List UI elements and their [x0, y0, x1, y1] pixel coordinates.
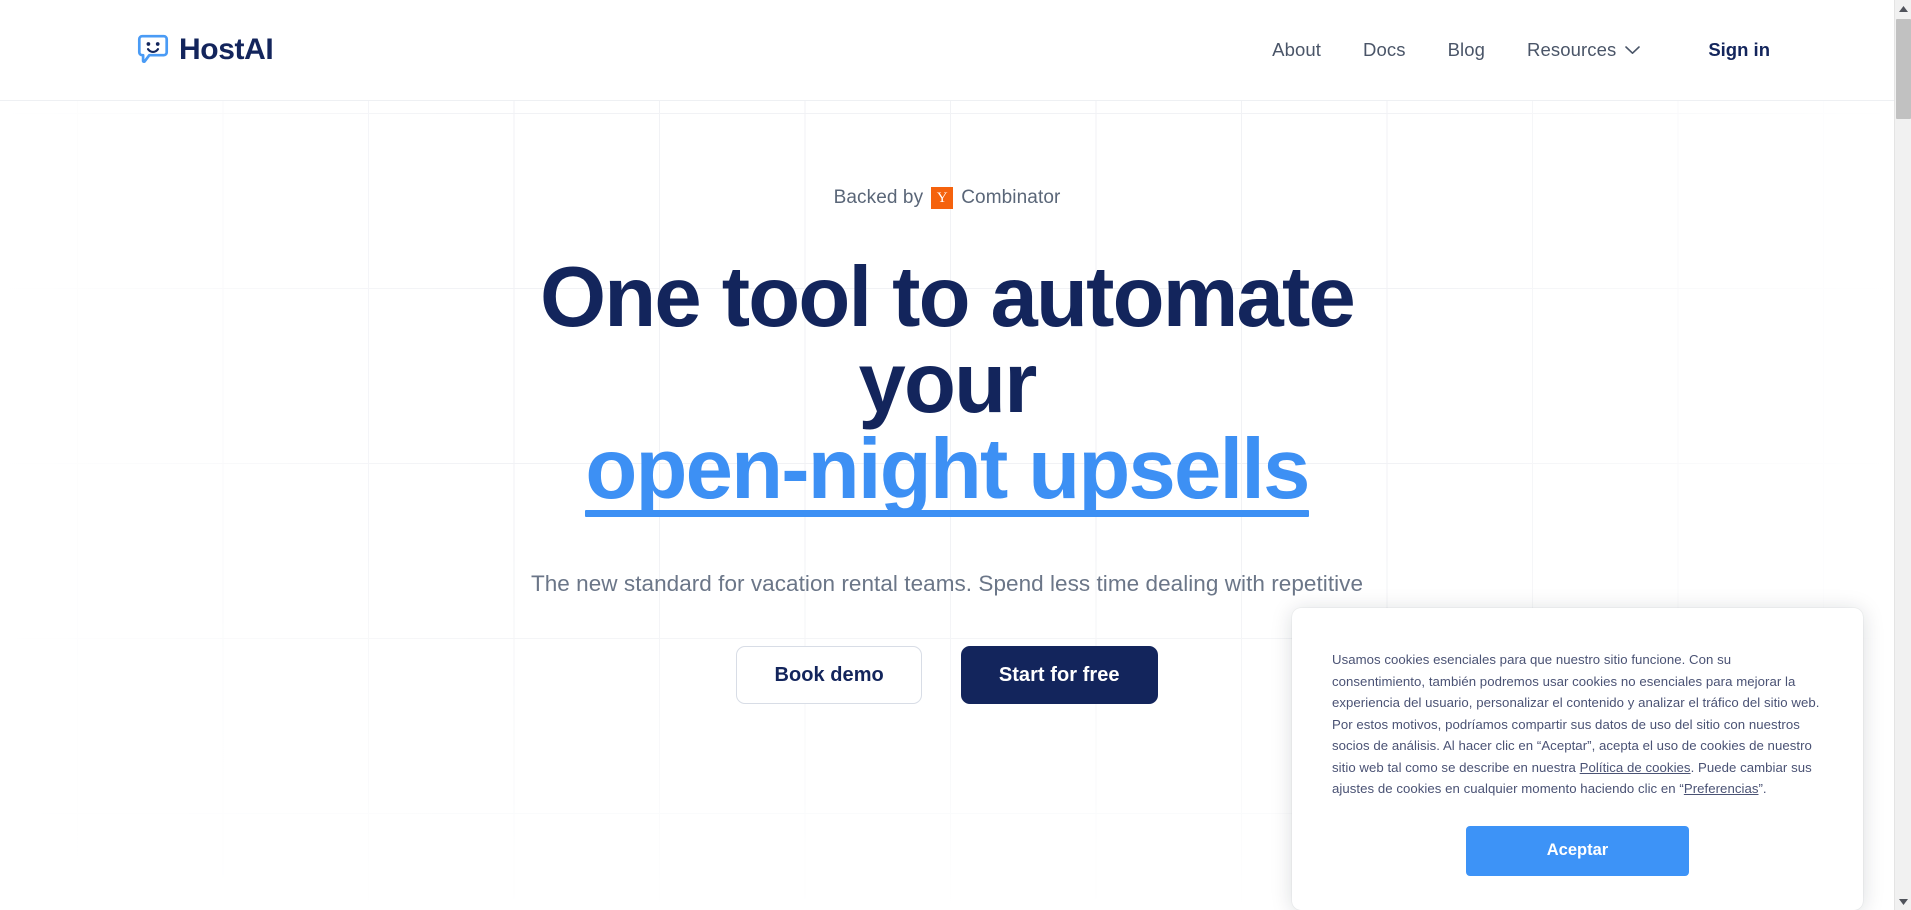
- logo-link[interactable]: HostAI: [136, 33, 274, 67]
- nav-item-about[interactable]: About: [1251, 31, 1342, 69]
- nav-item-blog[interactable]: Blog: [1427, 31, 1506, 69]
- nav-item-resources-label: Resources: [1527, 39, 1617, 60]
- speech-bubble-smiley-icon: [137, 34, 169, 63]
- chevron-down-icon: [1625, 45, 1641, 54]
- book-demo-button[interactable]: Book demo: [736, 646, 922, 705]
- nav-item-resources[interactable]: Resources: [1506, 31, 1661, 69]
- cookie-consent-text: Usamos cookies esenciales para que nuest…: [1332, 649, 1823, 800]
- backed-by-suffix: Combinator: [961, 187, 1061, 208]
- sign-in-link[interactable]: Sign in: [1708, 39, 1770, 61]
- site-header: HostAI About Docs Blog Resources Sign in: [0, 0, 1894, 101]
- headline-highlight: open-night upsells: [585, 421, 1310, 517]
- vertical-scrollbar[interactable]: [1894, 0, 1911, 910]
- cookie-consent-dialog: Usamos cookies esenciales para que nuest…: [1292, 608, 1863, 910]
- cookie-preferences-link[interactable]: Preferencias: [1684, 781, 1759, 796]
- triangle-down-icon: [1899, 898, 1908, 905]
- nav-item-docs[interactable]: Docs: [1342, 31, 1427, 69]
- hero-subheading: The new standard for vacation rental tea…: [530, 570, 1364, 596]
- logo-wordmark: HostAI: [179, 33, 274, 66]
- backed-by-prefix: Backed by: [833, 187, 924, 208]
- cookie-text-part3: ”.: [1758, 781, 1767, 796]
- page-viewport: HostAI About Docs Blog Resources Sign in…: [0, 0, 1894, 910]
- page-title: One tool to automate your open-night ups…: [457, 255, 1437, 517]
- cookie-policy-link[interactable]: Política de cookies: [1580, 760, 1691, 775]
- backed-by-badge: Backed by Y Combinator: [834, 187, 1061, 209]
- triangle-up-icon: [1899, 5, 1908, 12]
- cookie-accept-button[interactable]: Aceptar: [1466, 825, 1689, 876]
- y-combinator-icon: Y: [931, 187, 954, 209]
- scrollbar-thumb[interactable]: [1896, 19, 1911, 119]
- scrollbar-up-arrow[interactable]: [1895, 0, 1911, 17]
- headline-static: One tool to automate your: [539, 250, 1356, 431]
- cookie-text-part1: Usamos cookies esenciales para que nuest…: [1332, 652, 1820, 775]
- scrollbar-down-arrow[interactable]: [1895, 893, 1911, 910]
- start-for-free-button[interactable]: Start for free: [960, 646, 1158, 705]
- primary-navigation: About Docs Blog Resources Sign in: [1251, 31, 1770, 69]
